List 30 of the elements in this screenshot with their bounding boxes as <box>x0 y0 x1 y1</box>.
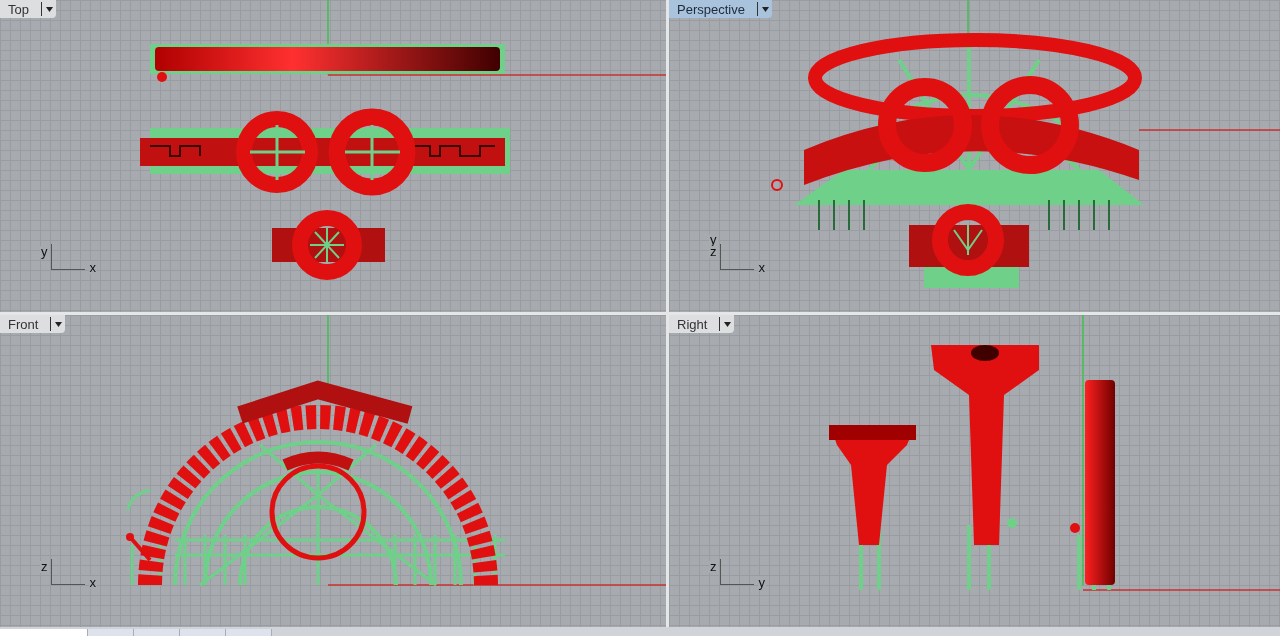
viewport-tab[interactable] <box>226 629 272 636</box>
axis-label: y <box>757 576 766 589</box>
viewport-title[interactable]: Perspective <box>669 0 772 18</box>
viewport-tab[interactable] <box>0 629 88 636</box>
viewport[interactable]: Front z x <box>0 315 666 627</box>
axis-indicator-icon <box>719 559 754 585</box>
y-axis-line <box>967 0 969 36</box>
viewport-tab[interactable] <box>180 629 226 636</box>
viewport[interactable]: Right z y <box>669 315 1280 627</box>
axis-label: x <box>88 261 97 274</box>
axis-label: y <box>40 246 49 258</box>
caret-icon <box>45 6 53 12</box>
viewport-title[interactable]: Top <box>0 0 56 18</box>
axis-indicator-icon <box>719 244 754 270</box>
caret-icon <box>761 6 769 12</box>
caret-icon <box>55 321 63 327</box>
axis-label: z <box>709 561 718 573</box>
y-axis-line <box>327 315 329 386</box>
caret-icon <box>724 321 732 327</box>
axis-label: x <box>88 576 97 589</box>
viewport-tab[interactable] <box>134 629 180 636</box>
viewport[interactable]: Top y x <box>0 0 666 312</box>
viewport-tab[interactable] <box>88 629 134 636</box>
axis-label: z <box>709 246 718 258</box>
axis-indicator-icon <box>50 559 85 585</box>
axis-label: z <box>40 561 49 573</box>
axis-label: x <box>757 261 766 274</box>
axis-indicator-icon <box>50 244 85 270</box>
viewport-title[interactable]: Front <box>0 315 66 333</box>
viewport-title[interactable]: Right <box>669 315 735 333</box>
